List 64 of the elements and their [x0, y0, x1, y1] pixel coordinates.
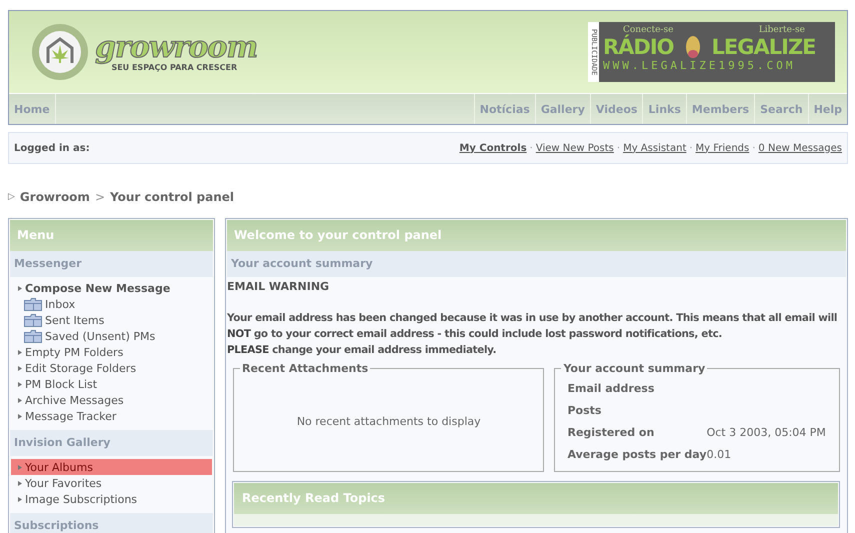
menu-item[interactable]: Inbox: [45, 298, 76, 310]
menu-item[interactable]: Your Favorites: [25, 476, 102, 490]
user-link[interactable]: My Assistant: [623, 142, 686, 154]
user-link[interactable]: View New Posts: [536, 142, 614, 154]
section-header: Messenger: [10, 251, 213, 277]
ad-text: Liberte-se: [758, 25, 805, 35]
ad-title: RÁDIO: [603, 35, 674, 59]
panel-header: Recently Read Topics: [234, 483, 838, 514]
user-link[interactable]: 0 New Messages: [758, 142, 842, 154]
box-title: Your account summary: [562, 362, 706, 375]
user-link[interactable]: My Controls: [459, 142, 527, 154]
menu-item[interactable]: Sent Items: [45, 314, 104, 326]
menu-item[interactable]: Archive Messages: [25, 394, 124, 406]
menu-item[interactable]: Edit Storage Folders: [25, 362, 136, 374]
logo-wordmark: growroom: [95, 32, 258, 62]
bullet-arrow-icon: [18, 366, 22, 370]
folder-icon: [24, 330, 42, 342]
bullet-arrow-icon: [18, 464, 22, 470]
bullet-arrow-icon: [18, 496, 22, 502]
breadcrumb-separator: >: [94, 190, 105, 204]
empty-message: No recent attachments to display: [296, 414, 481, 428]
warning-title: EMAIL WARNING: [227, 280, 330, 293]
section-header: Your account summary: [227, 251, 846, 277]
bullet-arrow-icon: [18, 398, 22, 402]
warning-text: Your email address has been changed because it was in use by another account. This means that all email will NOT go to your correct email address - this could include lost password notifications, etc.: [227, 311, 838, 342]
folder-icon: [24, 314, 42, 326]
menu-header: Menu: [10, 220, 213, 251]
menu-item[interactable]: Image Subscriptions: [25, 492, 138, 506]
summary-label: Posts: [567, 402, 602, 418]
bullet-arrow-icon: [18, 382, 22, 386]
menu-item[interactable]: Compose New Message: [25, 282, 170, 294]
summary-label: Registered on: [567, 424, 656, 440]
menu-item[interactable]: Empty PM Folders: [25, 346, 124, 358]
menu-item[interactable]: Message Tracker: [25, 410, 116, 422]
box-title: Recent Attachments: [241, 362, 370, 375]
logged-in-label: Logged in as:: [14, 142, 90, 154]
summary-value: Oct 3 2003, 05:04 PM: [706, 424, 826, 440]
logo-tagline: SEU ESPAÇO PARA CRESCER: [111, 62, 238, 72]
panel-header: Welcome to your control panel: [227, 220, 846, 251]
ad-text: Conecte-se: [623, 25, 674, 35]
summary-label: Email address: [567, 380, 656, 396]
summary-value: 0.01: [706, 446, 732, 462]
folder-icon: [24, 298, 42, 310]
warning-text: PLEASE change your email address immediately.: [227, 343, 498, 358]
separator-dot: ·: [616, 142, 620, 154]
summary-label: Average posts per day: [567, 446, 707, 462]
separator-dot: ·: [752, 142, 756, 154]
user-link[interactable]: My Friends: [696, 142, 750, 154]
breadcrumb-link[interactable]: Growroom: [20, 190, 90, 204]
logo-icon: [31, 23, 89, 81]
menu-item[interactable]: Saved (Unsent) PMs: [45, 330, 156, 342]
breadcrumb-link[interactable]: Your control panel: [110, 190, 234, 204]
bullet-arrow-icon: [18, 480, 22, 486]
menu-item[interactable]: PM Block List: [25, 378, 98, 390]
bullet-arrow-icon: [18, 286, 22, 290]
section-header: Subscriptions: [10, 513, 213, 533]
bullet-arrow-icon: [18, 414, 22, 418]
breadcrumb-marker-icon: ▷: [8, 192, 15, 202]
bullet-arrow-icon: [18, 350, 22, 354]
separator-dot: ·: [530, 142, 533, 154]
ad-title: LEGALIZE: [712, 35, 816, 59]
separator-dot: ·: [689, 142, 693, 154]
section-header: Invision Gallery: [10, 430, 213, 456]
ad-url: WWW.LEGALIZE1995.COM: [603, 59, 796, 72]
